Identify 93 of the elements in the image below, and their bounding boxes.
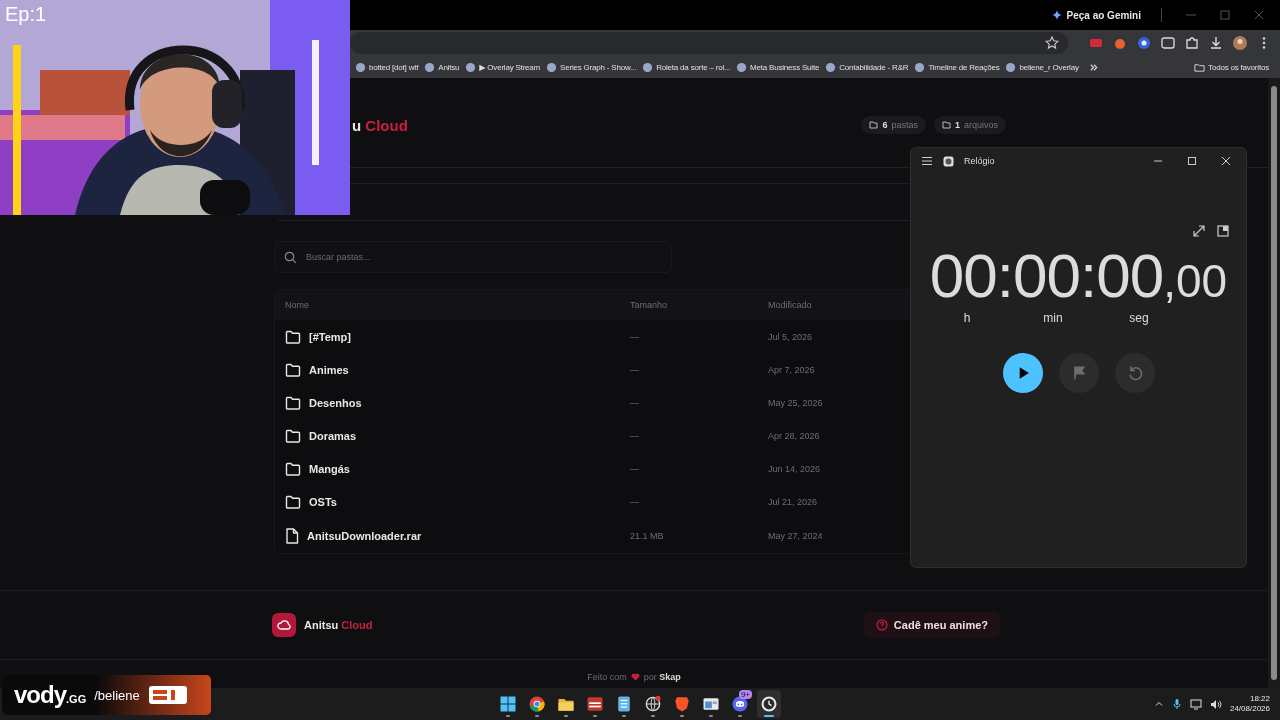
download-icon[interactable] (1208, 35, 1224, 51)
scrollbar[interactable] (1268, 78, 1280, 688)
folder-icon (285, 494, 301, 509)
item-name[interactable]: Mangás (309, 462, 350, 475)
start-icon (498, 694, 518, 714)
size-cell: — (630, 364, 639, 375)
clock-date[interactable]: 24/08/2026 (1229, 704, 1270, 715)
size-cell: 21.1 MB (630, 530, 664, 541)
all-bookmarks-link[interactable]: Todos os favoritos (1191, 59, 1272, 75)
sponsor-icon (147, 684, 188, 706)
bookmark[interactable]: beliene_r Overlay (1002, 59, 1082, 75)
date-cell: Jul 21, 2026 (768, 496, 818, 507)
episode-label: Ep:1 (5, 3, 47, 26)
clock-icon (759, 694, 779, 714)
folder-icon (1194, 61, 1206, 73)
item-name[interactable]: AnitsuDownloader.rar (307, 529, 422, 542)
sponsor-domain: .GG (66, 693, 87, 705)
folder-icon (285, 428, 301, 443)
item-name[interactable]: [#Temp] (309, 330, 351, 343)
stat-badge: 1 arquivos (933, 116, 1006, 134)
sparkle-icon (1051, 10, 1062, 20)
folder-icon (285, 329, 301, 344)
play-button[interactable] (1002, 353, 1043, 393)
clock-icon (943, 155, 954, 167)
chevron-up-icon[interactable] (1153, 699, 1164, 709)
folder-icon (941, 121, 951, 129)
window-title: Relógio (964, 156, 995, 166)
clock-time[interactable]: 18:22 (1249, 693, 1270, 704)
avatar-icon[interactable] (1232, 35, 1248, 51)
item-name[interactable]: Desenhos (309, 396, 362, 409)
sponsor-handle: /beliene (94, 687, 140, 703)
bookmark[interactable]: Meta Business Suite (733, 59, 823, 75)
folder-icon (285, 461, 301, 476)
bookmark[interactable]: Contabilidade - R&R (822, 59, 912, 75)
column-header[interactable]: Tamanho (630, 300, 668, 310)
credit-text: Feito com (587, 671, 627, 682)
folder-icon (285, 395, 301, 410)
compact-overlay-icon[interactable] (1216, 224, 1230, 238)
mixer-icon (585, 694, 605, 714)
size-cell: — (630, 496, 639, 507)
folder-icon (285, 362, 301, 377)
menu-icon[interactable] (921, 156, 933, 166)
taskbar-app[interactable] (757, 690, 781, 718)
bookmark[interactable]: Anitsu (421, 59, 463, 75)
item-name[interactable]: OSTs (309, 495, 337, 508)
unit-label: h (962, 311, 972, 325)
gemini-button[interactable]: Peça ao Gemini (1045, 5, 1147, 25)
size-cell: — (630, 430, 639, 441)
date-cell: May 27, 2024 (768, 530, 823, 541)
cloud-icon (272, 613, 296, 637)
column-header[interactable]: Modificado (768, 300, 812, 310)
bookmark[interactable]: Timeline de Reações (911, 59, 1003, 75)
microphone-icon[interactable] (1171, 698, 1182, 710)
date-cell: Apr 28, 2026 (768, 430, 820, 441)
credit-text: por Skap (643, 671, 681, 682)
file-icon (285, 527, 299, 544)
size-cell: — (630, 463, 639, 474)
unit-label: min (1042, 311, 1064, 325)
folder-icon (869, 121, 879, 129)
network-icon[interactable] (1189, 698, 1202, 710)
date-cell: May 25, 2026 (768, 397, 823, 408)
unit-label: seg (1128, 311, 1150, 325)
star-icon[interactable] (1044, 35, 1060, 51)
bookmark[interactable]: Roleta da sorte – rol... (639, 59, 734, 75)
help-button[interactable]: Cadê meu anime? (863, 612, 1000, 638)
footer-logo[interactable]: Anitsu Cloud (304, 619, 373, 631)
date-cell: Jun 14, 2026 (768, 463, 821, 474)
extension-icon[interactable] (1160, 35, 1176, 51)
bookmark[interactable]: botted [dot] wtf (352, 59, 422, 75)
chat-icon (730, 694, 750, 714)
site-logo[interactable]: u Cloud (352, 116, 408, 134)
taskbar-app[interactable]: 9+ (728, 690, 752, 718)
notification-badge: 9+ (738, 690, 752, 699)
puzzle-icon[interactable] (1184, 35, 1200, 51)
heart-icon (630, 672, 640, 681)
item-name[interactable]: Doramas (309, 429, 357, 442)
bookmark[interactable]: ▶ Overlay Stream (462, 59, 544, 75)
date-cell: Apr 7, 2026 (768, 364, 815, 375)
stopwatch-time: 00:00:00,00 (928, 240, 1229, 311)
column-header[interactable]: Nome (285, 300, 309, 310)
size-cell: — (630, 397, 639, 408)
item-name[interactable]: Animes (309, 363, 349, 376)
date-cell: Jul 5, 2026 (768, 331, 813, 342)
expand-icon[interactable] (1192, 224, 1206, 238)
volume-icon[interactable] (1209, 698, 1222, 710)
chrome-icon (527, 694, 547, 714)
stat-badge: 6 pastas (861, 116, 926, 134)
sponsor-logo: vody (14, 681, 66, 708)
bookmark[interactable]: Series Graph - Show... (543, 59, 640, 75)
search-field[interactable]: Buscar pastas... (274, 241, 672, 273)
extension-icon[interactable] (1136, 35, 1152, 51)
size-cell: — (630, 331, 639, 342)
question-icon (875, 619, 888, 631)
